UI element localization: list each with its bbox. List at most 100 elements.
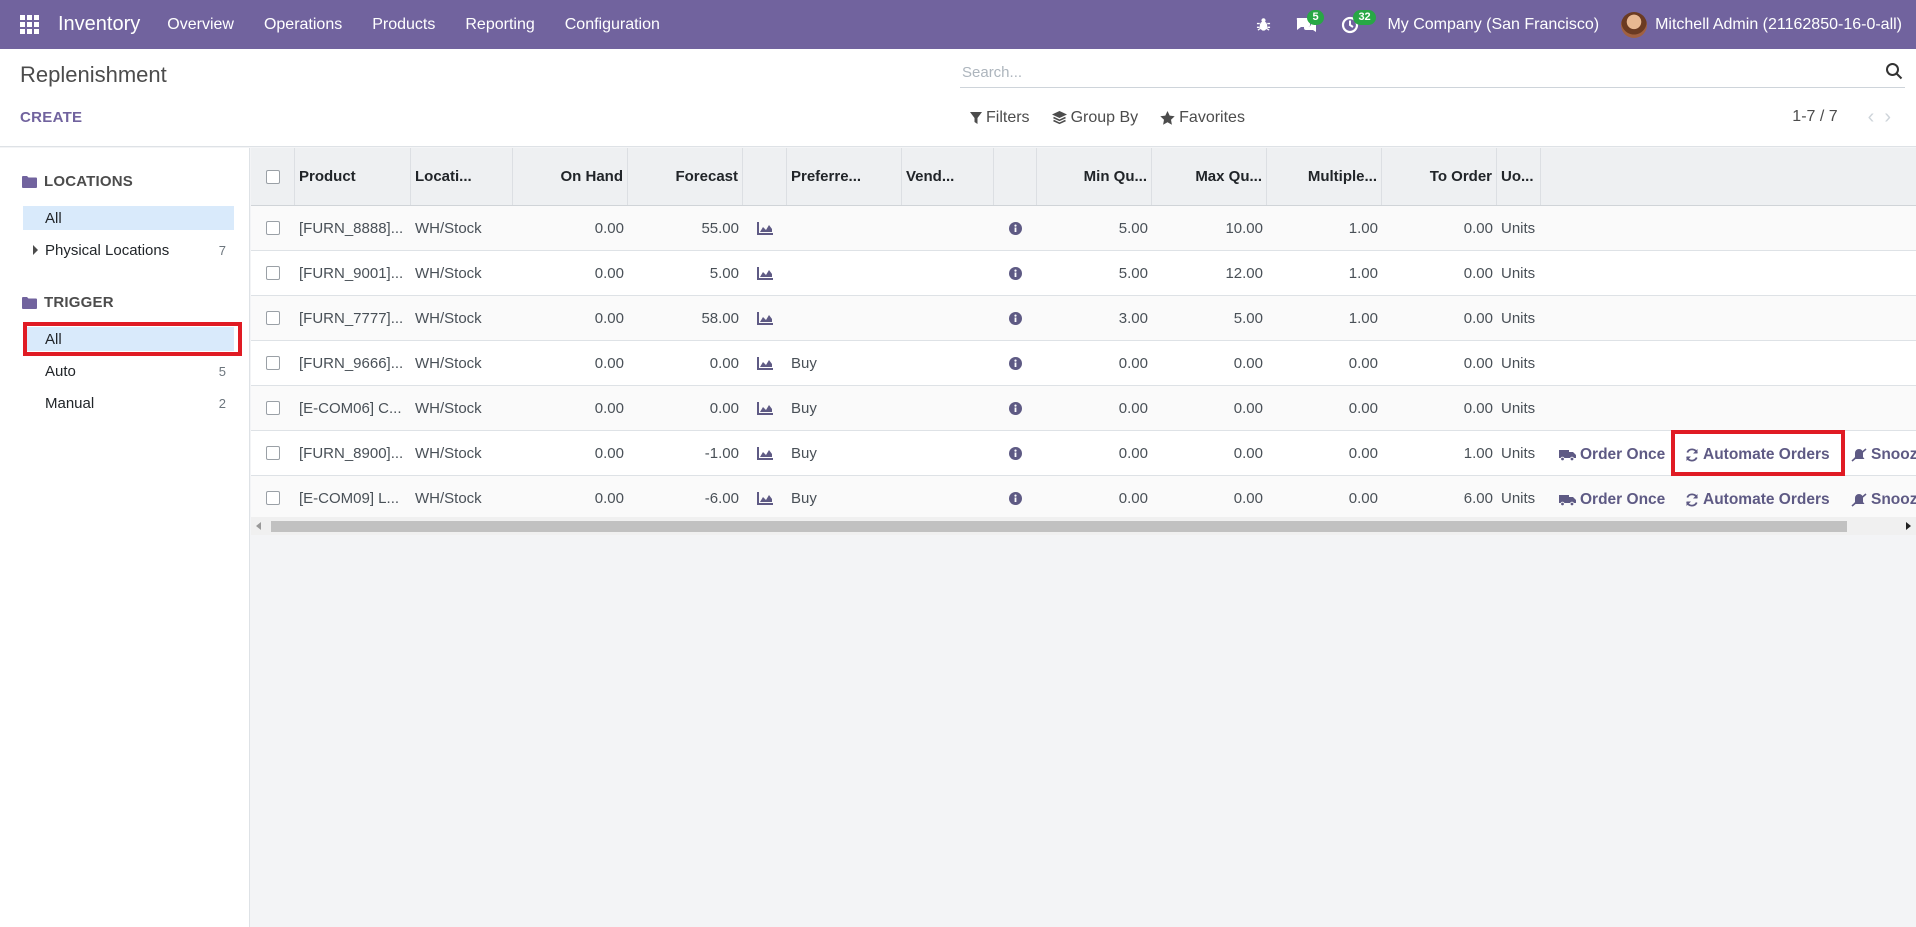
col-min-qty[interactable]: Min Qu... xyxy=(1037,148,1152,205)
order-once-button[interactable]: Order Once xyxy=(1559,446,1665,464)
col-forecast[interactable]: Forecast xyxy=(628,148,743,205)
forecast-graph-button[interactable] xyxy=(743,476,787,520)
forecast-cell[interactable]: 0.00 xyxy=(628,386,743,430)
vendor-cell[interactable] xyxy=(902,476,994,520)
trigger-manual[interactable]: Manual 2 xyxy=(23,391,234,415)
forecast-cell[interactable]: -6.00 xyxy=(628,476,743,520)
product-cell[interactable]: [FURN_9666]... xyxy=(295,341,411,385)
table-row[interactable]: [FURN_9001]... WH/Stock 0.00 5.00 5.00 12.00 1… xyxy=(251,251,1916,296)
info-button[interactable] xyxy=(994,386,1037,430)
info-button[interactable] xyxy=(994,206,1037,250)
vendor-cell[interactable] xyxy=(902,296,994,340)
apps-menu-button[interactable] xyxy=(0,0,58,49)
forecast-cell[interactable]: 5.00 xyxy=(628,251,743,295)
route-cell[interactable] xyxy=(787,251,902,295)
location-cell[interactable]: WH/Stock xyxy=(411,296,513,340)
page-title[interactable]: Replenishment xyxy=(20,62,167,88)
row-checkbox[interactable] xyxy=(266,221,280,235)
route-cell[interactable] xyxy=(787,296,902,340)
to-order-cell[interactable]: 0.00 xyxy=(1382,341,1497,385)
company-switcher[interactable]: My Company (San Francisco) xyxy=(1371,16,1621,34)
forecast-graph-button[interactable] xyxy=(743,431,787,475)
menu-products[interactable]: Products xyxy=(357,0,450,49)
col-product[interactable]: Product xyxy=(295,148,411,205)
chevron-left-icon[interactable]: ‹ xyxy=(1868,107,1875,127)
multiple-cell[interactable]: 0.00 xyxy=(1267,341,1382,385)
row-checkbox[interactable] xyxy=(266,266,280,280)
info-button[interactable] xyxy=(994,341,1037,385)
on-hand-cell[interactable]: 0.00 xyxy=(513,251,628,295)
location-cell[interactable]: WH/Stock xyxy=(411,251,513,295)
product-cell[interactable]: [E-COM06] C... xyxy=(295,386,411,430)
horizontal-scrollbar[interactable] xyxy=(251,517,1916,535)
group-by-button[interactable]: Group By xyxy=(1051,109,1138,127)
vendor-cell[interactable] xyxy=(902,431,994,475)
route-cell[interactable]: Buy xyxy=(787,431,902,475)
min-qty-cell[interactable]: 0.00 xyxy=(1037,431,1152,475)
table-row[interactable]: [FURN_9666]... WH/Stock 0.00 0.00 Buy 0.00 0.0… xyxy=(251,341,1916,386)
uom-cell[interactable]: Units xyxy=(1497,386,1541,430)
table-row[interactable]: [E-COM09] L... WH/Stock 0.00 -6.00 Buy 0.00 0.… xyxy=(251,476,1916,521)
automate-orders-button[interactable]: Automate Orders xyxy=(1685,491,1830,509)
to-order-cell[interactable]: 0.00 xyxy=(1382,251,1497,295)
info-button[interactable] xyxy=(994,251,1037,295)
row-checkbox[interactable] xyxy=(266,401,280,415)
col-preferred-route[interactable]: Preferre... xyxy=(787,148,902,205)
locations-all[interactable]: All xyxy=(23,206,234,230)
row-checkbox[interactable] xyxy=(266,356,280,370)
multiple-cell[interactable]: 0.00 xyxy=(1267,386,1382,430)
trigger-auto[interactable]: Auto 5 xyxy=(23,359,234,383)
to-order-cell[interactable]: 0.00 xyxy=(1382,386,1497,430)
info-button[interactable] xyxy=(994,296,1037,340)
route-cell[interactable] xyxy=(787,206,902,250)
location-cell[interactable]: WH/Stock xyxy=(411,431,513,475)
route-cell[interactable]: Buy xyxy=(787,341,902,385)
max-qty-cell[interactable]: 10.00 xyxy=(1152,206,1267,250)
forecast-cell[interactable]: -1.00 xyxy=(628,431,743,475)
favorites-button[interactable]: Favorites xyxy=(1160,109,1245,127)
menu-overview[interactable]: Overview xyxy=(152,0,249,49)
table-row[interactable]: [FURN_8888]... WH/Stock 0.00 55.00 5.00 10.00… xyxy=(251,206,1916,251)
forecast-graph-button[interactable] xyxy=(743,296,787,340)
uom-cell[interactable]: Units xyxy=(1497,431,1541,475)
max-qty-cell[interactable]: 5.00 xyxy=(1152,296,1267,340)
col-location[interactable]: Locati... xyxy=(411,148,513,205)
to-order-cell[interactable]: 0.00 xyxy=(1382,206,1497,250)
to-order-cell[interactable]: 0.00 xyxy=(1382,296,1497,340)
max-qty-cell[interactable]: 0.00 xyxy=(1152,386,1267,430)
forecast-cell[interactable]: 0.00 xyxy=(628,341,743,385)
product-cell[interactable]: [FURN_7777]... xyxy=(295,296,411,340)
col-max-qty[interactable]: Max Qu... xyxy=(1152,148,1267,205)
snooze-button[interactable]: Snooz xyxy=(1851,446,1916,464)
menu-configuration[interactable]: Configuration xyxy=(550,0,675,49)
row-checkbox[interactable] xyxy=(266,446,280,460)
info-button[interactable] xyxy=(994,476,1037,520)
route-cell[interactable]: Buy xyxy=(787,476,902,520)
max-qty-cell[interactable]: 12.00 xyxy=(1152,251,1267,295)
scroll-right-icon[interactable] xyxy=(1906,522,1911,530)
multiple-cell[interactable]: 1.00 xyxy=(1267,251,1382,295)
debug-button[interactable] xyxy=(1244,0,1283,49)
location-cell[interactable]: WH/Stock xyxy=(411,206,513,250)
messages-button[interactable]: 5 xyxy=(1283,0,1329,49)
on-hand-cell[interactable]: 0.00 xyxy=(513,206,628,250)
min-qty-cell[interactable]: 0.00 xyxy=(1037,341,1152,385)
vendor-cell[interactable] xyxy=(902,206,994,250)
forecast-graph-button[interactable] xyxy=(743,251,787,295)
on-hand-cell[interactable]: 0.00 xyxy=(513,431,628,475)
uom-cell[interactable]: Units xyxy=(1497,251,1541,295)
chevron-right-icon[interactable]: › xyxy=(1884,107,1891,127)
on-hand-cell[interactable]: 0.00 xyxy=(513,341,628,385)
multiple-cell[interactable]: 0.00 xyxy=(1267,431,1382,475)
menu-reporting[interactable]: Reporting xyxy=(450,0,549,49)
activities-button[interactable]: 32 xyxy=(1329,0,1376,49)
row-checkbox[interactable] xyxy=(266,311,280,325)
min-qty-cell[interactable]: 5.00 xyxy=(1037,251,1152,295)
col-uom[interactable]: Uo... xyxy=(1497,148,1541,205)
table-row[interactable]: [FURN_7777]... WH/Stock 0.00 58.00 3.00 5.00 1… xyxy=(251,296,1916,341)
route-cell[interactable]: Buy xyxy=(787,386,902,430)
select-all-checkbox[interactable] xyxy=(265,169,280,184)
user-menu[interactable]: Mitchell Admin (21162850-16-0-all) xyxy=(1621,11,1916,38)
forecast-graph-button[interactable] xyxy=(743,386,787,430)
forecast-graph-button[interactable] xyxy=(743,341,787,385)
